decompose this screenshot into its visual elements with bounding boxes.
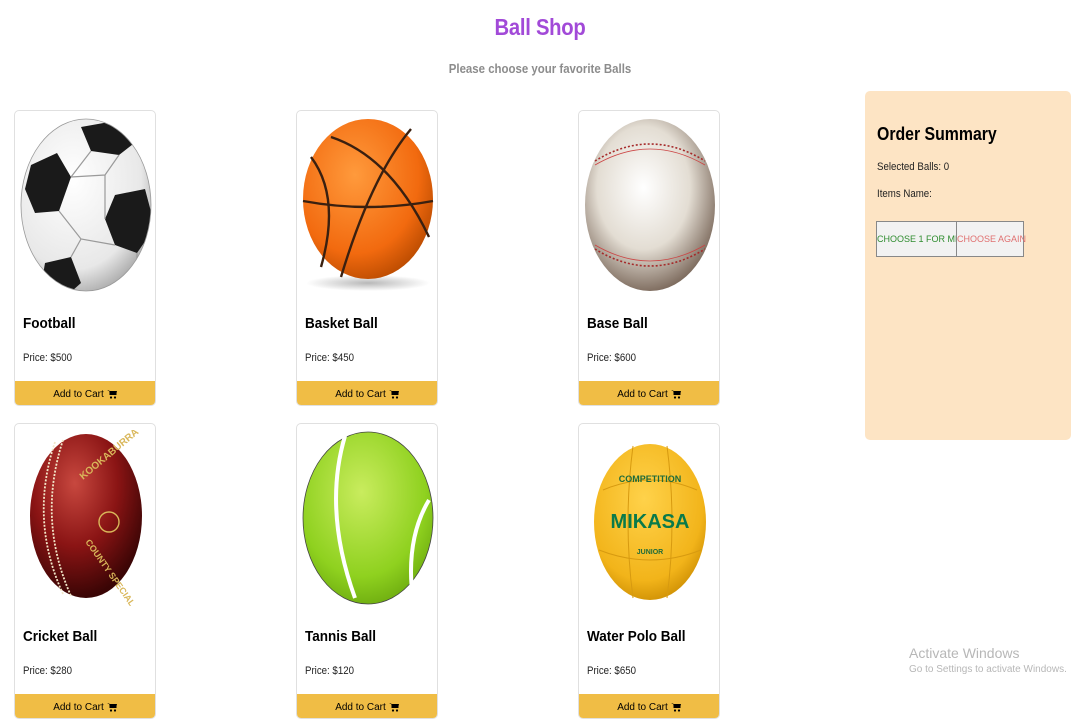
add-to-cart-label: Add to Cart xyxy=(335,701,386,713)
tennis-ball-image xyxy=(301,430,435,606)
add-to-cart-button[interactable]: Add to Cart xyxy=(579,381,719,405)
cart-icon xyxy=(670,703,681,712)
polo-junior-text: JUNIOR xyxy=(637,549,663,556)
product-price: Price: $280 xyxy=(23,665,72,677)
add-to-cart-button[interactable]: Add to Cart xyxy=(297,694,437,718)
product-name: Football xyxy=(23,315,76,332)
product-price: Price: $650 xyxy=(587,665,636,677)
football-image xyxy=(19,117,153,293)
basketball-image xyxy=(301,117,435,293)
cart-icon xyxy=(388,703,399,712)
add-to-cart-label: Add to Cart xyxy=(53,388,104,400)
items-name-label: Items Name: xyxy=(877,188,932,200)
baseball-image xyxy=(583,117,717,293)
add-to-cart-button[interactable]: Add to Cart xyxy=(15,381,155,405)
add-to-cart-button[interactable]: Add to Cart xyxy=(15,694,155,718)
order-summary-panel: Order Summary Selected Balls: 0 Items Na… xyxy=(865,91,1071,440)
add-to-cart-button[interactable]: Add to Cart xyxy=(297,381,437,405)
page-title: Ball Shop xyxy=(494,14,586,40)
order-summary-title: Order Summary xyxy=(877,124,997,144)
choose-again-button[interactable]: CHOOSE AGAIN xyxy=(956,221,1026,257)
product-card-tennis-ball: Tannis Ball Price: $120 Add to Cart xyxy=(296,423,438,719)
product-card-baseball: Base Ball Price: $600 Add to Cart xyxy=(578,110,720,406)
choose-one-for-me-button[interactable]: CHOOSE 1 FOR ME xyxy=(876,221,961,257)
polo-competition-text: COMPETITION xyxy=(619,474,682,484)
product-name: Basket Ball xyxy=(305,315,378,332)
product-price: Price: $600 xyxy=(587,352,636,364)
polo-brand-text: MIKASA xyxy=(611,511,690,533)
product-price: Price: $120 xyxy=(305,665,354,677)
product-name: Cricket Ball xyxy=(23,628,98,645)
product-card-water-polo-ball: COMPETITION MIKASA JUNIOR Water Polo Bal… xyxy=(578,423,720,719)
water-polo-ball-image: COMPETITION MIKASA JUNIOR xyxy=(583,430,717,606)
product-card-cricket-ball: KOOKABURRA COUNTY SPECIAL Cricket Ball P… xyxy=(14,423,156,719)
add-to-cart-label: Add to Cart xyxy=(335,388,386,400)
add-to-cart-label: Add to Cart xyxy=(53,701,104,713)
cricket-ball-image: KOOKABURRA COUNTY SPECIAL xyxy=(19,430,153,606)
selected-balls-count: Selected Balls: 0 xyxy=(877,161,950,173)
product-name: Base Ball xyxy=(587,315,648,332)
product-card-football: Football Price: $500 Add to Cart xyxy=(14,110,156,406)
cart-icon xyxy=(388,390,399,399)
cart-icon xyxy=(106,390,117,399)
page-subtitle: Please choose your favorite Balls xyxy=(448,61,632,76)
product-name: Tannis Ball xyxy=(305,628,377,645)
product-price: Price: $500 xyxy=(23,352,72,364)
watermark-title: Activate Windows xyxy=(909,645,1020,661)
product-card-basketball: Basket Ball Price: $450 Add to Cart xyxy=(296,110,438,406)
add-to-cart-button[interactable]: Add to Cart xyxy=(579,694,719,718)
add-to-cart-label: Add to Cart xyxy=(617,701,668,713)
add-to-cart-label: Add to Cart xyxy=(617,388,668,400)
product-name: Water Polo Ball xyxy=(587,628,686,645)
product-price: Price: $450 xyxy=(305,352,354,364)
cart-icon xyxy=(106,703,117,712)
watermark-subtitle: Go to Settings to activate Windows. xyxy=(909,664,1067,675)
cart-icon xyxy=(670,390,681,399)
windows-activation-watermark: Activate Windows Go to Settings to activ… xyxy=(909,645,1067,675)
